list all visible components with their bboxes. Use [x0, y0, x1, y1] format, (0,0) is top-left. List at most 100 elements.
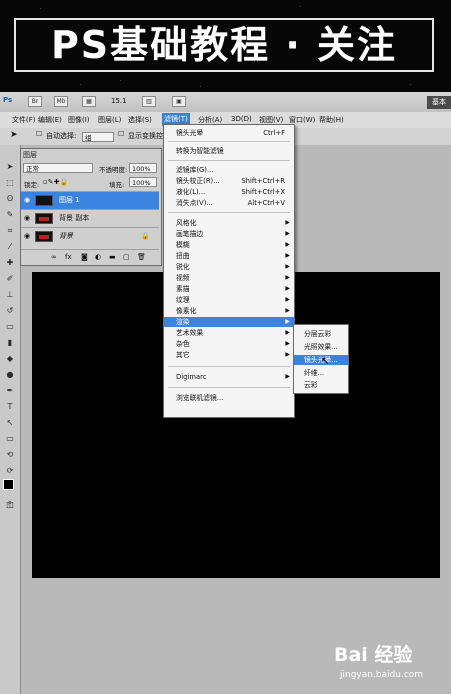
lock-icons[interactable]: ▫✎✚🔒 [43, 178, 68, 186]
visibility-eye-icon[interactable]: ◉ [24, 192, 30, 209]
application-bar: Ps Br Mb ▦ 15.1 ▥ ▣ [0, 92, 451, 113]
lock-label: 锁定: [24, 181, 40, 189]
brush-tool-icon[interactable]: ✐ [4, 273, 16, 285]
menu-item-other[interactable]: 其它 ▶ [164, 350, 294, 360]
new-layer-icon[interactable]: ▢ [123, 250, 130, 264]
menu-help[interactable]: 帮助(H) [319, 115, 344, 125]
type-tool-icon[interactable]: T [4, 401, 16, 413]
layer-row[interactable]: ◉ 背景 副本 [21, 209, 159, 227]
pen-tool-icon[interactable]: ✒ [4, 385, 16, 397]
adjust-icon[interactable]: ◐ [95, 250, 101, 264]
layer-thumbnail [35, 195, 53, 206]
3d-orbit-tool-icon[interactable]: ⟳ [4, 465, 16, 477]
ps-logo: Ps [3, 96, 13, 104]
submenu-item-lighting-effects[interactable]: 光照效果... [294, 342, 348, 352]
opacity-label: 不透明度: [99, 166, 128, 174]
blend-mode-dropdown[interactable]: 正常 [23, 163, 93, 173]
auto-select-label: 自动选择: [46, 132, 77, 140]
eyedropper-tool-icon[interactable]: ⁄ [4, 241, 16, 253]
menu-item-last-filter[interactable]: 镜头光晕 Ctrl+F [164, 128, 294, 138]
baidu-watermark: Bai 经验 jingyan.baidu.com [334, 640, 444, 686]
menu-layer[interactable]: 图层(L) [98, 115, 121, 125]
menu-select[interactable]: 选择(S) [128, 115, 152, 125]
menu-edit[interactable]: 编辑(E) [38, 115, 62, 125]
zoom-level[interactable]: 15.1 [111, 97, 127, 105]
menu-item-sketch[interactable]: 素描 ▶ [164, 284, 294, 294]
menu-item-browse-online[interactable]: 浏览联机滤镜... [164, 393, 294, 403]
menu-item-filter-gallery[interactable]: 滤镜库(G)... [164, 165, 294, 175]
fill-field[interactable]: 100% [129, 177, 157, 187]
bridge-icon[interactable]: Br [28, 96, 42, 107]
show-transform-checkbox[interactable]: ☐ [118, 130, 124, 138]
menu-item-sharpen[interactable]: 锐化 ▶ [164, 262, 294, 272]
lasso-tool-icon[interactable]: ʘ [4, 193, 16, 205]
layer-name: 背景 副本 [59, 214, 90, 222]
extras-icon[interactable]: ▦ [82, 96, 96, 107]
layer-row[interactable]: ◉ 背景 🔒 [21, 227, 159, 245]
move-tool-icon[interactable]: ➤ [4, 161, 16, 173]
dodge-tool-icon[interactable]: ● [4, 369, 16, 381]
menu-3d[interactable]: 3D(D) [231, 115, 252, 123]
menu-item-render[interactable]: 渲染 ▶ [164, 317, 294, 327]
quick-select-tool-icon[interactable]: ✎ [4, 209, 16, 221]
menu-item-lens-correction[interactable]: 镜头校正(R)... Shift+Ctrl+R [164, 176, 294, 186]
menu-item-pixelate[interactable]: 像素化 ▶ [164, 306, 294, 316]
opacity-field[interactable]: 100% [129, 163, 157, 173]
menu-image[interactable]: 图像(I) [68, 115, 90, 125]
mask-icon[interactable]: ◙ [81, 250, 88, 264]
marquee-tool-icon[interactable]: ⬚ [4, 177, 16, 189]
minibridge-icon[interactable]: Mb [54, 96, 68, 107]
submenu-item-fibers[interactable]: 纤维... [294, 368, 348, 378]
menu-item-blur[interactable]: 模糊 ▶ [164, 240, 294, 250]
eraser-tool-icon[interactable]: ▭ [4, 321, 16, 333]
visibility-eye-icon[interactable]: ◉ [24, 228, 30, 245]
foreground-color-swatch[interactable] [3, 479, 14, 490]
auto-select-dropdown[interactable]: 组 [82, 132, 114, 142]
menu-item-brush-strokes[interactable]: 画笔描边 ▶ [164, 229, 294, 239]
fx-icon[interactable]: fx [65, 250, 72, 264]
auto-select-checkbox[interactable]: ☐ [36, 130, 42, 138]
path-select-tool-icon[interactable]: ↖ [4, 417, 16, 429]
menu-item-digimarc[interactable]: Digimarc ▶ [164, 372, 294, 382]
mouse-cursor-icon: ↖ [321, 356, 330, 367]
watermark-url: jingyan.baidu.com [340, 670, 424, 680]
blur-tool-icon[interactable]: ◆ [4, 353, 16, 365]
visibility-eye-icon[interactable]: ◉ [24, 210, 30, 227]
trash-icon[interactable]: 🗑 [137, 250, 146, 264]
menu-item-noise[interactable]: 杂色 ▶ [164, 339, 294, 349]
gradient-tool-icon[interactable]: ▮ [4, 337, 16, 349]
healing-tool-icon[interactable]: ✚ [4, 257, 16, 269]
video-title-banner: PS基础教程 · 关注 [0, 0, 451, 92]
menu-item-stylize[interactable]: 风格化 ▶ [164, 218, 294, 228]
watermark-brand: Bai 经验 [334, 644, 413, 666]
menu-item-texture[interactable]: 纹理 ▶ [164, 295, 294, 305]
workspace-button[interactable]: 基本 [427, 96, 451, 109]
menu-item-liquify[interactable]: 液化(L)... Shift+Ctrl+X [164, 187, 294, 197]
arrange-icon[interactable]: ▥ [142, 96, 156, 107]
menu-item-vanishing-point[interactable]: 消失点(V)... Alt+Ctrl+V [164, 198, 294, 208]
screen-mode-icon[interactable]: ▣ [172, 96, 186, 107]
layers-tab[interactable]: 图层 [23, 150, 37, 160]
layers-panel: 图层 正常 不透明度: 100% 锁定: ▫✎✚🔒 填充: 100% ◉ 图层 … [20, 148, 162, 266]
layer-row[interactable]: ◉ 图层 1 [21, 191, 159, 209]
layer-name: 图层 1 [59, 196, 80, 204]
3d-rotate-tool-icon[interactable]: ⟲ [4, 449, 16, 461]
menu-item-distort[interactable]: 扭曲 ▶ [164, 251, 294, 261]
menu-item-video[interactable]: 视频 ▶ [164, 273, 294, 283]
move-tool-icon[interactable]: ➤ [10, 130, 18, 140]
layer-name: 背景 [59, 232, 73, 240]
submenu-item-clouds[interactable]: 云彩 [294, 380, 348, 390]
history-brush-icon[interactable]: ↺ [4, 305, 16, 317]
quick-mask-icon[interactable]: ◫ [4, 499, 16, 511]
menu-file[interactable]: 文件(F) [12, 115, 36, 125]
crop-tool-icon[interactable]: ⌗ [4, 225, 16, 237]
shape-tool-icon[interactable]: ▭ [4, 433, 16, 445]
menu-item-convert-smart[interactable]: 转换为智能滤镜 [164, 146, 294, 156]
stamp-tool-icon[interactable]: ⊥ [4, 289, 16, 301]
menu-item-artistic[interactable]: 艺术效果 ▶ [164, 328, 294, 338]
link-icon[interactable]: ∞ [51, 250, 57, 264]
banner-title: PS基础教程 · 关注 [14, 18, 434, 72]
layer-thumbnail [35, 231, 53, 242]
submenu-item-difference-clouds[interactable]: 分层云彩 [294, 329, 348, 339]
folder-icon[interactable]: ▬ [109, 250, 116, 264]
